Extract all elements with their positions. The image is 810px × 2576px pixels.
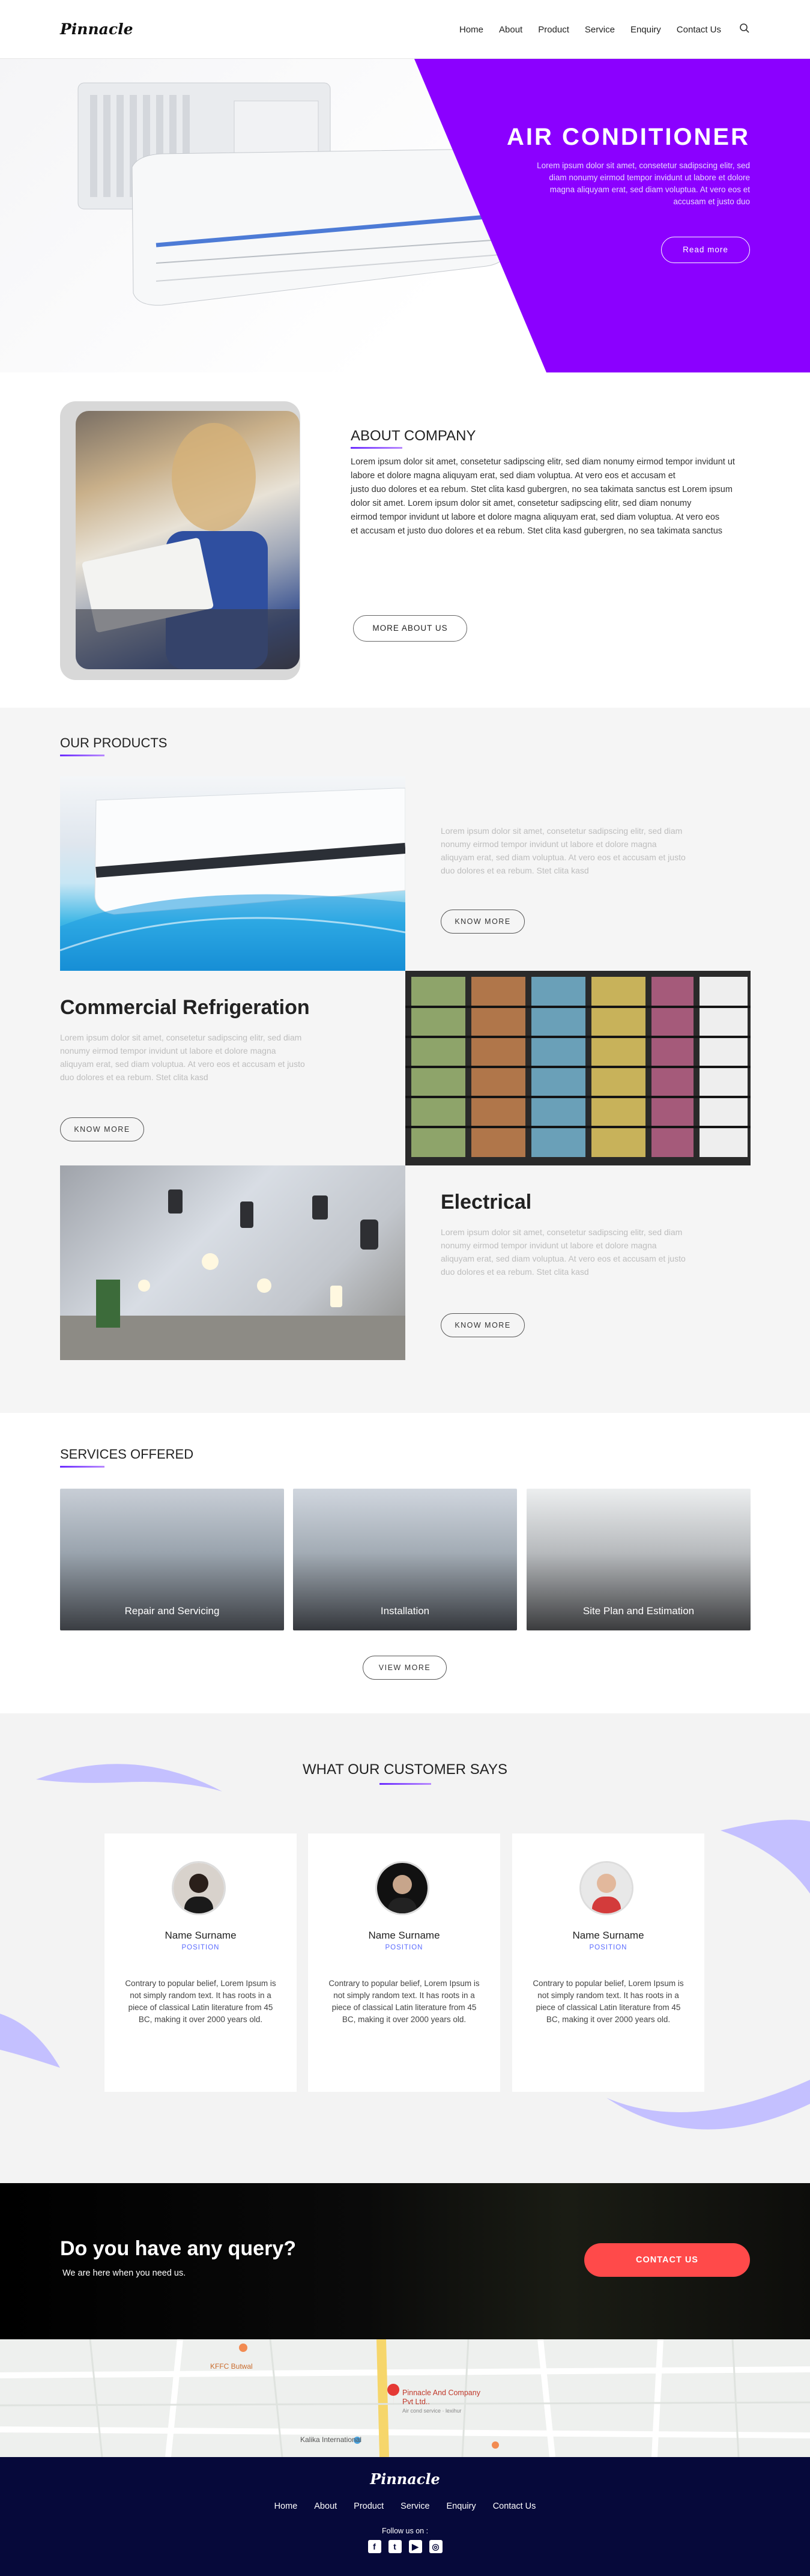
products-title: OUR PRODUCTS <box>60 735 168 750</box>
service-card-repair[interactable]: Repair and Servicing <box>60 1489 284 1630</box>
follow-us-label: Follow us on : <box>381 2527 429 2535</box>
map-sublabel: Air cond service · lexihur <box>402 2408 462 2414</box>
about-title: ABOUT COMPANY <box>351 428 476 444</box>
customer-quote: Contrary to popular belief, Lorem Ipsum … <box>328 1979 480 2024</box>
customer-name: Name Surname <box>572 1930 644 1941</box>
customer-name: Name Surname <box>368 1930 440 1941</box>
query-title: Do you have any query? <box>60 2237 296 2260</box>
customer-quote: Contrary to popular belief, Lorem Ipsum … <box>125 1979 276 2024</box>
product-description: Lorem ipsum dolor sit amet, consetetur s… <box>441 1227 686 1277</box>
about-paragraph: eirmod tempor invidunt ut labore et dolo… <box>351 512 720 522</box>
twitter-icon[interactable]: t <box>388 2540 402 2553</box>
product-electrical-image <box>60 1165 405 1360</box>
product-title: Commercial Refrigeration <box>60 996 310 1019</box>
testimonial-card: Name Surname POSITION Contrary to popula… <box>512 1833 704 2092</box>
map-label: KFFC Butwal <box>210 2362 253 2371</box>
product-ac-image <box>60 776 405 971</box>
footer-nav: Home About Product Service Enquiry Conta… <box>0 2502 810 2511</box>
avatar <box>375 1861 429 1915</box>
know-more-button[interactable]: KNOW MORE <box>60 1117 144 1141</box>
more-about-us-button[interactable]: MORE ABOUT US <box>353 615 467 642</box>
main-nav: Home About Product Service Enquiry Conta… <box>444 23 750 36</box>
nav-product[interactable]: Product <box>538 25 569 35</box>
about-paragraph: Lorem ipsum dolor sit amet, consetetur s… <box>351 457 735 481</box>
hero-banner: AIR CONDITIONER Lorem ipsum dolor sit am… <box>0 59 810 372</box>
service-label: Repair and Servicing <box>124 1605 220 1617</box>
know-more-button[interactable]: KNOW MORE <box>441 910 525 934</box>
avatar <box>172 1861 226 1915</box>
social-links: f t ▶ ◎ <box>0 2540 810 2553</box>
nav-service[interactable]: Service <box>585 25 615 35</box>
customer-name: Name Surname <box>165 1930 237 1941</box>
services-title: SERVICES OFFERED <box>60 1447 194 1462</box>
service-card-site-plan[interactable]: Site Plan and Estimation <box>527 1489 751 1630</box>
service-card-installation[interactable]: Installation <box>293 1489 517 1630</box>
nav-contact[interactable]: Contact Us <box>677 25 721 35</box>
product-description: Lorem ipsum dolor sit amet, consetetur s… <box>60 1033 305 1082</box>
hero-title: AIR CONDITIONER <box>507 124 750 150</box>
footer-nav-home[interactable]: Home <box>274 2502 298 2511</box>
read-more-button[interactable]: Read more <box>661 237 750 263</box>
search-icon[interactable] <box>739 23 750 36</box>
map-label: Kalika International <box>300 2435 362 2444</box>
instagram-icon[interactable]: ◎ <box>429 2540 443 2553</box>
nav-enquiry[interactable]: Enquiry <box>630 25 661 35</box>
avatar <box>579 1861 633 1915</box>
product-description: Lorem ipsum dolor sit amet, consetetur s… <box>441 826 686 875</box>
footer-logo[interactable]: Pinnacle <box>0 2470 810 2488</box>
about-underline <box>351 447 402 449</box>
customer-position: POSITION <box>385 1944 423 1951</box>
about-paragraph: et accusam et justo duo dolores et ea re… <box>351 526 723 536</box>
footer-nav-about[interactable]: About <box>314 2502 337 2511</box>
view-more-button[interactable]: VIEW MORE <box>363 1656 447 1680</box>
youtube-icon[interactable]: ▶ <box>408 2540 422 2553</box>
testimonials-title: WHAT OUR CUSTOMER SAYS <box>303 1761 507 1778</box>
product-title: Electrical <box>441 1191 532 1214</box>
customer-quote: Contrary to popular belief, Lorem Ipsum … <box>533 1979 684 2024</box>
products-underline <box>60 755 104 756</box>
about-company-image <box>76 411 300 669</box>
facebook-icon[interactable]: f <box>367 2540 381 2553</box>
testimonial-card: Name Surname POSITION Contrary to popula… <box>308 1833 500 2092</box>
location-map[interactable]: KFFC Butwal Pinnacle And Company Pvt Ltd… <box>0 2339 810 2457</box>
hero-description: Lorem ipsum dolor sit amet, consetetur s… <box>537 161 750 206</box>
know-more-button[interactable]: KNOW MORE <box>441 1313 525 1337</box>
about-paragraph: justo duo dolores et ea rebum. Stet clit… <box>351 485 733 508</box>
nav-home[interactable]: Home <box>459 25 483 35</box>
footer-nav-product[interactable]: Product <box>354 2502 384 2511</box>
product-refrigeration-image <box>405 971 751 1165</box>
services-underline <box>60 1466 104 1468</box>
customer-position: POSITION <box>589 1944 627 1951</box>
customer-position: POSITION <box>181 1944 220 1951</box>
service-label: Installation <box>380 1605 430 1617</box>
footer-nav-contact[interactable]: Contact Us <box>493 2502 536 2511</box>
service-label: Site Plan and Estimation <box>582 1605 695 1617</box>
about-text: Lorem ipsum dolor sit amet, consetetur s… <box>351 455 747 538</box>
footer-nav-enquiry[interactable]: Enquiry <box>447 2502 476 2511</box>
testimonials-underline <box>379 1783 431 1785</box>
contact-us-button[interactable]: CONTACT US <box>584 2243 750 2277</box>
query-subtitle: We are here when you need us. <box>62 2268 186 2278</box>
footer-nav-service[interactable]: Service <box>400 2502 429 2511</box>
site-logo[interactable]: Pinnacle <box>60 20 133 38</box>
site-header: Pinnacle Home About Product Service Enqu… <box>0 0 810 59</box>
nav-about[interactable]: About <box>499 25 522 35</box>
testimonial-card: Name Surname POSITION Contrary to popula… <box>104 1833 297 2092</box>
map-business-label[interactable]: Pinnacle And Company Pvt Ltd.. <box>402 2389 486 2407</box>
